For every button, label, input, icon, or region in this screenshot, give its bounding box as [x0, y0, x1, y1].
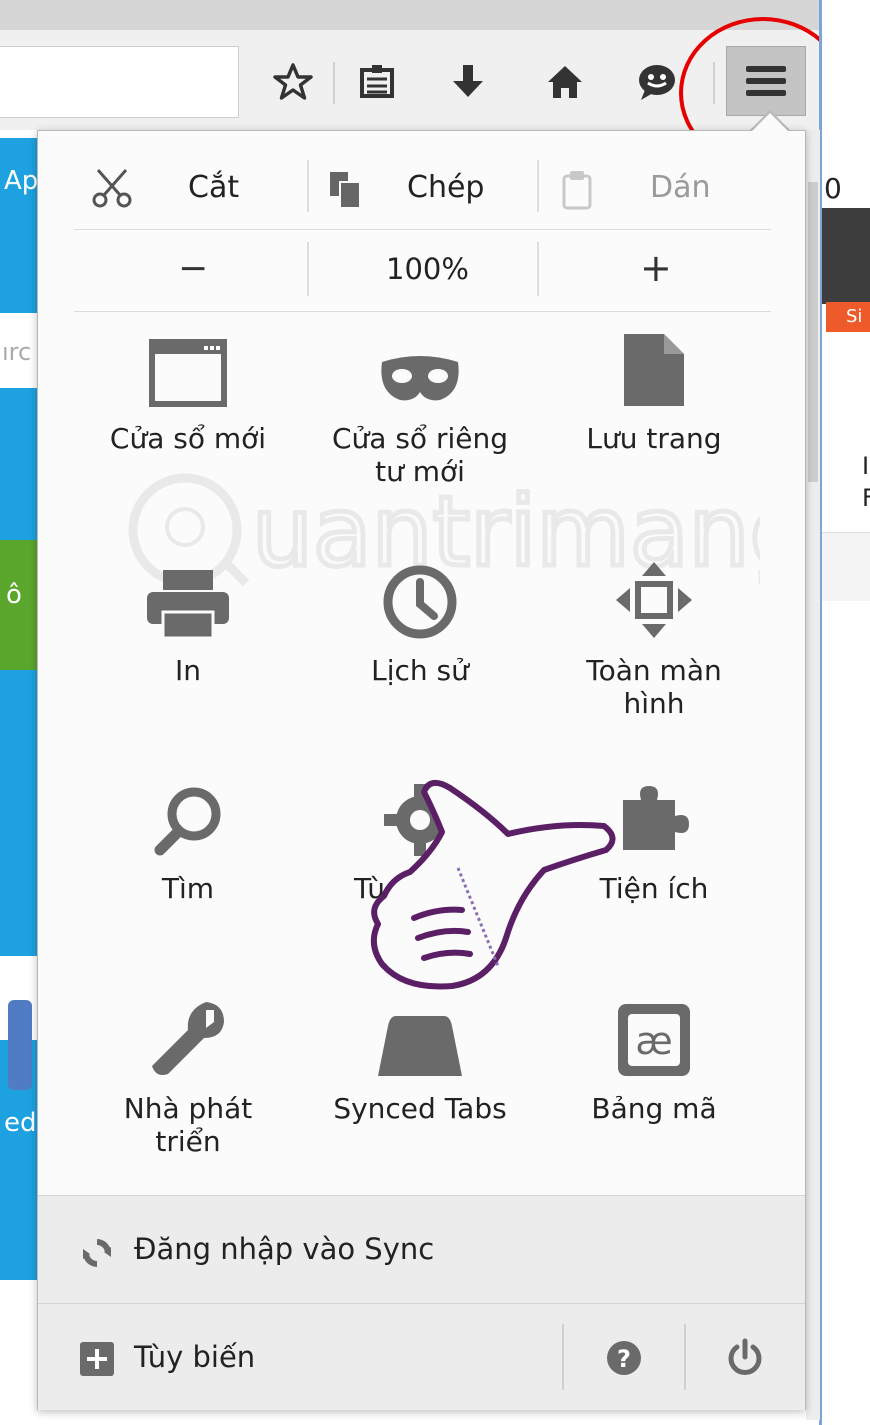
background-blue-block — [0, 388, 40, 956]
zoom-separator — [307, 242, 309, 296]
url-bar[interactable] — [0, 46, 239, 118]
page-scrollbar-thumb[interactable] — [808, 182, 818, 482]
save-page-label: Lưu trang — [586, 422, 722, 455]
customize-label: Tùy biến — [134, 1340, 256, 1374]
private-window-label: Cửa sổ riêng tư mới — [331, 422, 508, 488]
new-window-button[interactable]: Cửa sổ mới — [78, 298, 298, 455]
svg-text:æ: æ — [635, 1019, 672, 1063]
private-window-button[interactable]: Cửa sổ riêng tư mới — [310, 298, 530, 488]
cut-label[interactable]: Cắt — [188, 170, 239, 205]
find-button[interactable]: Tìm — [78, 748, 298, 905]
download-icon[interactable] — [441, 52, 495, 112]
history-button[interactable]: Lịch sử — [310, 530, 530, 687]
quit-button[interactable] — [688, 1304, 804, 1410]
copy-icon[interactable] — [326, 170, 366, 214]
background-orange-tab: Si — [826, 302, 870, 332]
history-label: Lịch sử — [371, 654, 469, 687]
svg-text:?: ? — [617, 1345, 631, 1373]
save-page-button[interactable]: Lưu trang — [544, 298, 764, 455]
sync-label: Đăng nhập vào Sync — [134, 1232, 435, 1266]
toolbar-separator — [333, 62, 335, 104]
background-text: 0 — [824, 172, 842, 205]
background-button — [8, 1000, 32, 1090]
help-button[interactable]: ? — [566, 1304, 682, 1410]
sync-icon — [83, 1239, 111, 1267]
background-text: ô — [6, 580, 22, 610]
panel-arrow-fill — [750, 113, 790, 133]
developer-label: Nhà phát triển — [123, 1092, 253, 1158]
private-mask-icon — [381, 356, 459, 401]
background-text: Ap — [4, 166, 39, 196]
sync-signin-row[interactable]: Đăng nhập vào Sync — [38, 1195, 805, 1304]
background-text: ed — [4, 1108, 37, 1138]
print-label: In — [174, 654, 201, 687]
edit-separator — [307, 160, 309, 212]
paste-label[interactable]: Dán — [650, 170, 711, 205]
background-blue-block: Ap — [0, 138, 40, 313]
synced-tabs-icon — [378, 1016, 462, 1076]
zoom-out-button[interactable]: − — [178, 248, 208, 289]
pointing-hand-illustration — [358, 768, 628, 1002]
background-text: I — [862, 452, 870, 480]
print-icon — [147, 570, 229, 640]
reading-list-icon[interactable] — [350, 52, 404, 112]
encoding-button[interactable]: æ Bảng mã — [544, 968, 764, 1125]
background-text: Si — [846, 306, 863, 327]
find-magnifier-icon — [154, 787, 221, 856]
zoom-reset-button[interactable]: 100% — [386, 252, 469, 286]
fullscreen-button[interactable]: Toàn màn hình — [544, 530, 764, 720]
fullscreen-label: Toàn màn hình — [586, 654, 722, 720]
new-window-label: Cửa sổ mới — [109, 422, 267, 455]
customize-button[interactable]: Tùy biến — [38, 1304, 562, 1410]
fullscreen-icon — [616, 562, 692, 638]
background-green-badge: ô — [0, 540, 40, 670]
chat-icon[interactable] — [630, 52, 684, 112]
help-icon: ? — [607, 1341, 641, 1375]
save-page-icon — [624, 334, 684, 406]
background-strip — [822, 532, 870, 601]
footer-separator — [562, 1324, 564, 1390]
zoom-separator — [537, 242, 539, 296]
footer-separator — [684, 1324, 686, 1390]
panel-footer: Tùy biến ? — [38, 1303, 805, 1410]
edit-divider — [74, 229, 771, 230]
edit-separator — [537, 160, 539, 212]
background-dark-bar — [822, 208, 870, 304]
window-top-strip — [0, 0, 820, 30]
paste-icon[interactable] — [560, 168, 594, 214]
developer-button[interactable]: Nhà phát triển — [78, 968, 298, 1158]
zoom-in-button[interactable]: + — [640, 246, 672, 290]
encoding-ae-icon: æ — [618, 1004, 690, 1076]
developer-wrench-icon — [152, 1002, 224, 1075]
new-window-icon — [149, 339, 227, 407]
synced-tabs-button[interactable]: Synced Tabs — [310, 968, 530, 1125]
scissors-icon — [92, 169, 132, 208]
print-button[interactable]: In — [78, 530, 298, 687]
find-label: Tìm — [161, 872, 215, 905]
customize-plus-icon — [80, 1342, 114, 1376]
history-clock-icon — [383, 565, 457, 639]
home-icon[interactable] — [538, 52, 592, 112]
background-text: F — [862, 484, 870, 512]
synced-tabs-label: Synced Tabs — [333, 1092, 507, 1125]
bookmark-star-icon[interactable] — [266, 52, 320, 112]
power-icon — [728, 1338, 762, 1375]
background-text: ırc — [2, 338, 32, 366]
cut-button[interactable] — [90, 166, 134, 214]
copy-label[interactable]: Chép — [407, 170, 484, 205]
encoding-label: Bảng mã — [591, 1092, 717, 1125]
